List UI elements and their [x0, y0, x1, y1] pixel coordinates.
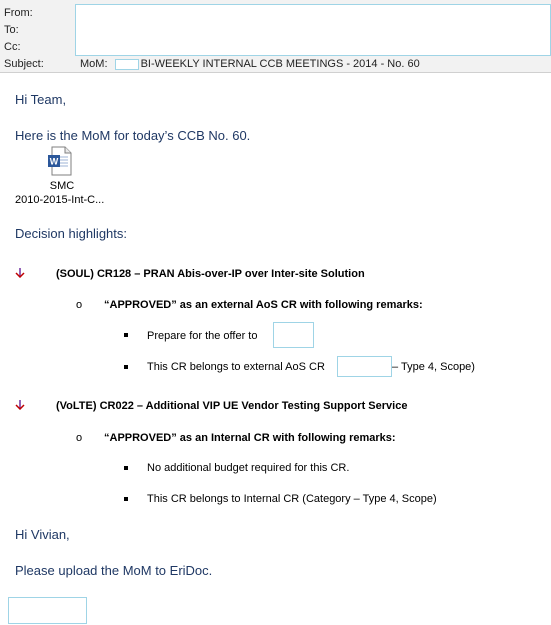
square-bullet — [124, 497, 128, 501]
word-document-icon: W — [48, 146, 72, 176]
remark-text: Prepare for the offer to — [147, 330, 258, 342]
item-2-title: (VoLTE) CR022 – Additional VIP UE Vendor… — [56, 400, 408, 412]
header-divider — [0, 72, 551, 73]
square-bullet — [124, 466, 128, 470]
square-bullet — [124, 365, 128, 369]
to-label: To: — [4, 24, 19, 36]
cc-label: Cc: — [4, 41, 21, 53]
item-2-remark-1: No additional budget required for this C… — [147, 462, 350, 474]
redacted-box — [273, 322, 314, 348]
intro-text: Here is the MoM for today’s CCB No. 60. — [15, 128, 251, 143]
circle-bullet: o — [76, 432, 83, 444]
item-1-title: (SOUL) CR128 – PRAN Abis-over-IP over In… — [56, 268, 365, 280]
subject-prefix: MoM: — [80, 58, 108, 70]
recipients-field[interactable] — [75, 4, 551, 56]
subject-line: MoM: BI-WEEKLY INTERNAL CCB MEETINGS - 2… — [80, 58, 420, 70]
attachment[interactable]: W SMC 2010-2015-Int-C... — [12, 146, 122, 208]
redacted-box — [337, 356, 392, 377]
subject-label: Subject: — [4, 58, 44, 70]
redacted-box — [114, 58, 139, 70]
bullet-arrow-icon — [15, 400, 25, 410]
bullet-arrow-icon — [15, 268, 25, 278]
svg-text:W: W — [50, 157, 59, 167]
greeting: Hi Team, — [15, 92, 67, 107]
item-1-remark-2-tail: – Type 4, Scope) — [392, 361, 475, 373]
from-label: From: — [4, 7, 33, 19]
item-1-remark-2: This CR belongs to external AoS CR — [147, 361, 325, 373]
closing-greeting: Hi Vivian, — [15, 527, 70, 542]
subject-text: BI-WEEKLY INTERNAL CCB MEETINGS - 2014 -… — [140, 58, 420, 70]
attachment-name-line1: SMC — [49, 180, 75, 192]
email-header: From: To: Cc: Subject: MoM: BI-WEEKLY IN… — [0, 0, 551, 73]
item-1-remark-1: Prepare for the offer to — [147, 330, 257, 342]
item-2-remark-2: This CR belongs to Internal CR (Category… — [147, 493, 437, 505]
redacted-box — [8, 597, 87, 624]
attachment-name-line2: 2010-2015-Int-C... — [15, 194, 105, 206]
square-bullet — [124, 333, 128, 337]
closing-text: Please upload the MoM to EriDoc. — [15, 563, 213, 578]
circle-bullet: o — [76, 299, 83, 311]
item-1-status: “APPROVED” as an external AoS CR with fo… — [104, 299, 423, 311]
item-2-status: “APPROVED” as an Internal CR with follow… — [104, 432, 396, 444]
highlights-heading: Decision highlights: — [15, 226, 128, 241]
